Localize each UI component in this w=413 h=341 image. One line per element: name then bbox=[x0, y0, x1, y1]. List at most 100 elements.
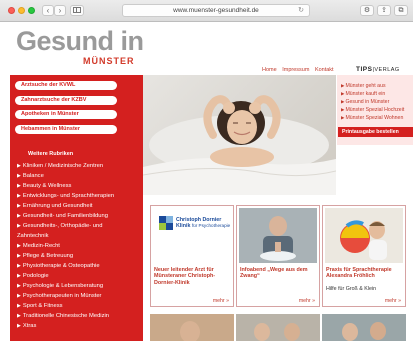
card-thumbnail bbox=[325, 208, 403, 263]
nav-link-home[interactable]: Home bbox=[262, 67, 277, 73]
triangle-right-icon: ▶ bbox=[17, 173, 21, 179]
sidebar-item-psychologie[interactable]: ▶ Psychologie & Lebensberatung bbox=[17, 283, 141, 290]
sidebar-item-beauty[interactable]: ▶ Beauty & Wellness bbox=[17, 183, 141, 190]
triangle-right-icon: ▶ bbox=[17, 163, 21, 169]
card-title: Praxis für Sprachtherapie Alexandra Fröh… bbox=[326, 267, 392, 280]
sidebar-item-pflege[interactable]: ▶ Pflege & Betreuung bbox=[17, 253, 141, 260]
nav-link-kontakt[interactable]: Kontakt bbox=[315, 67, 334, 73]
hebammen-button[interactable]: Hebammen in Münster bbox=[15, 125, 117, 134]
card-title: Neuer leitender Arzt für Münsteraner Chr… bbox=[154, 267, 216, 286]
news-card-row2-3[interactable] bbox=[322, 314, 406, 341]
news-card-row2-1[interactable] bbox=[150, 314, 234, 341]
triangle-right-icon: ▶ bbox=[17, 263, 21, 269]
triangle-right-icon: ▶ bbox=[17, 243, 21, 249]
site-logo[interactable]: Gesund in bbox=[16, 26, 144, 56]
tabs-button[interactable]: ⧉ bbox=[394, 5, 408, 16]
tabs-icon: ⧉ bbox=[398, 7, 404, 14]
triangle-right-icon: ▶ bbox=[17, 253, 21, 259]
back-button[interactable]: ‹ bbox=[42, 5, 54, 16]
triangle-right-icon: ▶ bbox=[341, 107, 345, 112]
triangle-right-icon: ▶ bbox=[17, 183, 21, 189]
news-card-row2-2[interactable] bbox=[236, 314, 320, 341]
sidebar-item-medizin-recht[interactable]: ▶ Medizin-Recht bbox=[17, 243, 141, 250]
news-card-dornier[interactable]: Christoph Dornier Klinik für Psychothera… bbox=[150, 205, 234, 307]
triangle-right-icon: ▶ bbox=[341, 99, 345, 104]
card-title: Infoabend „Wege aus dem Zwang“ bbox=[240, 267, 308, 280]
minimize-window-button[interactable] bbox=[18, 7, 25, 14]
share-icon: ⇪ bbox=[381, 7, 387, 14]
woman-stretching-in-bed-image bbox=[143, 95, 336, 195]
forward-button[interactable]: › bbox=[54, 5, 66, 16]
sidebar-item-familienbildung[interactable]: ▶ Gesundheit- und Familienbildung bbox=[17, 213, 141, 220]
hero-image bbox=[143, 75, 336, 195]
doctor-photo bbox=[150, 314, 234, 341]
logo-text: Christoph Dornier Klinik für Psychothera… bbox=[176, 217, 231, 229]
sidebar-item-sport[interactable]: ▶ Sport & Fitness bbox=[17, 303, 141, 310]
sidebar-icon bbox=[73, 7, 81, 13]
gear-icon: ⚙ bbox=[363, 7, 371, 14]
zahnarztsuche-button[interactable]: Zahnarztsuche der KZBV bbox=[15, 96, 117, 105]
triangle-right-icon: ▶ bbox=[341, 115, 345, 120]
sidebar-item-psychotherapeuten[interactable]: ▶ Psychotherapeuten in Münster bbox=[17, 293, 141, 300]
address-bar[interactable]: www.muenster-gesundheit.de ↻ bbox=[122, 4, 310, 17]
team-photo bbox=[322, 314, 406, 341]
sidebar-item-entwicklung[interactable]: ▶ Entwicklungs- und Sprachtherapien bbox=[17, 193, 141, 200]
sidebar-item-xtras[interactable]: ▶ Xtras bbox=[17, 323, 141, 330]
sidebar-item-ernaehrung[interactable]: ▶ Ernährung und Gesundheit bbox=[17, 203, 141, 210]
browser-toolbar: ‹ › www.muenster-gesundheit.de ↻ ⚙ ⇪ ⧉ bbox=[0, 0, 413, 22]
sidebar-item-tcm[interactable]: ▶ Traditionelle Chinesische Medizin bbox=[17, 313, 141, 320]
close-window-button[interactable] bbox=[8, 7, 15, 14]
triangle-right-icon: ▶ bbox=[17, 283, 21, 289]
triangle-right-icon: ▶ bbox=[17, 273, 21, 279]
section-title: Weitere Rubriken bbox=[28, 151, 74, 157]
nav-link-impressum[interactable]: Impressum bbox=[282, 67, 309, 73]
fullscreen-window-button[interactable] bbox=[28, 7, 35, 14]
order-print-button[interactable]: Printausgabe bestellen bbox=[338, 127, 413, 137]
triangle-right-icon: ▶ bbox=[17, 313, 21, 319]
share-button[interactable]: ⇪ bbox=[377, 5, 391, 16]
news-card-infoabend[interactable]: Infoabend „Wege aus dem Zwang“ mehr » bbox=[236, 205, 320, 307]
tips-logo-main: TIPS bbox=[356, 66, 373, 73]
sidebar-item-orthopaedie[interactable]: ▶ Gesundheits-, Orthopädie- und bbox=[17, 223, 141, 230]
man-washing-hands-image bbox=[239, 208, 317, 263]
card-thumbnail: Christoph Dornier Klinik für Psychothera… bbox=[153, 208, 231, 263]
news-card-sprachtherapie[interactable]: Praxis für Sprachtherapie Alexandra Fröh… bbox=[322, 205, 406, 307]
more-link[interactable]: mehr » bbox=[385, 298, 401, 304]
triangle-right-icon: ▶ bbox=[17, 193, 21, 199]
triangle-right-icon: ▶ bbox=[17, 303, 21, 309]
more-link[interactable]: mehr » bbox=[213, 298, 229, 304]
triangle-right-icon: ▶ bbox=[17, 293, 21, 299]
triangle-right-icon: ▶ bbox=[17, 213, 21, 219]
triangle-right-icon: ▶ bbox=[341, 91, 345, 96]
sidebar-item-physiotherapie[interactable]: ▶ Physiotherapie & Osteopathie bbox=[17, 263, 141, 270]
link-muenster-geht-aus[interactable]: ▶Münster geht aus bbox=[341, 83, 386, 89]
card-subtitle: Hilfe für Groß & Klein bbox=[326, 286, 377, 292]
more-link[interactable]: mehr » bbox=[299, 298, 315, 304]
triangle-right-icon: ▶ bbox=[17, 203, 21, 209]
sidebar-toggle-button[interactable] bbox=[70, 5, 84, 16]
reload-icon[interactable]: ↻ bbox=[298, 5, 304, 16]
group-photo bbox=[236, 314, 320, 341]
sidebar-item-podologie[interactable]: ▶ Podologie bbox=[17, 273, 141, 280]
sidebar-item-balance[interactable]: ▶ Balance bbox=[17, 173, 141, 180]
triangle-right-icon: ▶ bbox=[341, 83, 345, 88]
left-sidebar: Arztsuche der KVWL Zahnarztsuche der KZB… bbox=[10, 75, 143, 341]
sidebar-item-kliniken[interactable]: ▶ Kliniken / Medizinische Zentren bbox=[17, 163, 141, 170]
settings-button[interactable]: ⚙ bbox=[360, 5, 374, 16]
link-muenster-kauft-ein[interactable]: ▶Münster kauft ein bbox=[341, 91, 385, 97]
top-navigation: Home Impressum Kontakt bbox=[262, 67, 338, 73]
triangle-right-icon: ▶ bbox=[17, 223, 21, 229]
link-gesund-in-muenster[interactable]: ▶Gesund in Münster bbox=[341, 99, 389, 105]
arztsuche-button[interactable]: Arztsuche der KVWL bbox=[15, 81, 117, 90]
apotheken-button[interactable]: Apotheken in Münster bbox=[15, 110, 117, 119]
triangle-right-icon: ▶ bbox=[17, 323, 21, 329]
site-logo-subtitle: MÜNSTER bbox=[83, 56, 135, 66]
tips-logo-sub: |VERLAG bbox=[372, 67, 400, 73]
link-spezial-wohnen[interactable]: ▶Münster Spezial Wohnen bbox=[341, 115, 403, 121]
url-text: www.muenster-gesundheit.de bbox=[173, 7, 259, 14]
card-thumbnail bbox=[239, 208, 317, 263]
chevron-right-icon: › bbox=[58, 6, 62, 15]
sidebar-item-zahntechnik[interactable]: Zahntechnik bbox=[17, 233, 141, 240]
tips-verlag-logo[interactable]: TIPS|VERLAG bbox=[356, 66, 400, 73]
link-spezial-hochzeit[interactable]: ▶Münster Spezial Hochzeit bbox=[341, 107, 404, 113]
